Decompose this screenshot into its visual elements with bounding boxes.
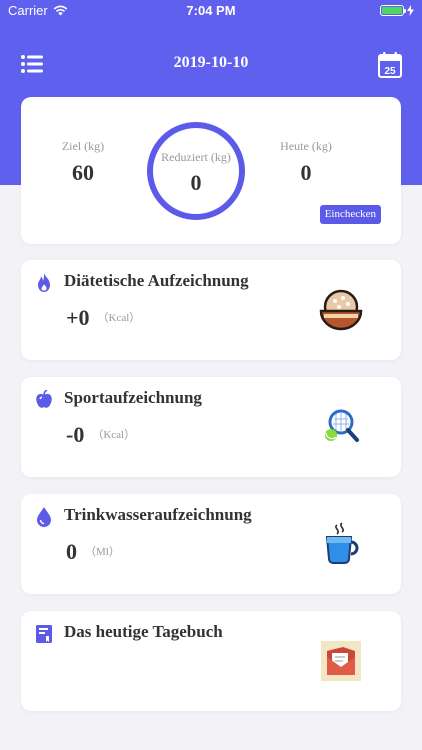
status-right [380, 5, 414, 16]
sport-value: -0 [66, 422, 85, 447]
sport-record-card[interactable]: Sportaufzeichnung -0 （Kcal） [21, 377, 401, 477]
today-label: Heute (kg) [280, 139, 332, 153]
tennis-racket-icon [325, 409, 359, 442]
diet-value-row: +0 （Kcal） [66, 305, 140, 331]
date-title: 2019-10-10 [173, 54, 249, 71]
calendar-icon[interactable]: 25 [378, 52, 402, 78]
sport-title: Sportaufzeichnung [64, 388, 202, 407]
status-bar: Carrier 7:04 PM [0, 0, 422, 22]
reduced-ring: Reduziert (kg) 0 [147, 122, 245, 220]
diet-title: Diätetische Aufzeichnung [64, 271, 249, 290]
apple-icon [36, 390, 52, 408]
diary-record-card[interactable]: Das heutige Tagebuch [21, 611, 401, 711]
flame-icon [38, 273, 50, 292]
nav-bar: 2019-10-10 25 [0, 48, 422, 82]
water-value-row: 0 （Ml） [66, 539, 120, 565]
reduced-label: Reduziert (kg) [161, 150, 231, 164]
diary-title: Das heutige Tagebuch [64, 622, 223, 641]
reduced-value: 0 [190, 170, 202, 195]
water-cup-icon [325, 522, 359, 564]
sport-value-row: -0 （Kcal） [66, 422, 135, 448]
diary-envelope-icon [321, 641, 361, 681]
rice-bowl-icon [319, 289, 363, 331]
status-time: 7:04 PM [186, 3, 236, 18]
water-drop-icon [37, 507, 51, 527]
diary-book-icon [36, 625, 52, 643]
water-record-card[interactable]: Trinkwasseraufzeichnung 0 （Ml） [21, 494, 401, 594]
svg-text:25: 25 [384, 66, 396, 77]
checkin-button[interactable]: Einchecken [319, 205, 381, 224]
today-value: 0 [300, 160, 312, 185]
goal-label: Ziel (kg) [61, 139, 105, 153]
charging-icon [407, 5, 414, 16]
battery-icon [380, 5, 406, 16]
water-unit: （Ml） [85, 546, 120, 558]
sport-unit: （Kcal） [92, 429, 136, 441]
diet-unit: （Kcal） [97, 312, 141, 324]
diet-record-card[interactable]: Diätetische Aufzeichnung +0 （Kcal） [21, 260, 401, 360]
weight-summary-card: Ziel (kg) 60 Reduziert (kg) 0 Heute (kg)… [21, 97, 401, 244]
diet-value: +0 [66, 305, 90, 330]
water-value: 0 [66, 539, 77, 564]
goal-value: 60 [72, 160, 94, 185]
water-title: Trinkwasseraufzeichnung [64, 505, 252, 524]
